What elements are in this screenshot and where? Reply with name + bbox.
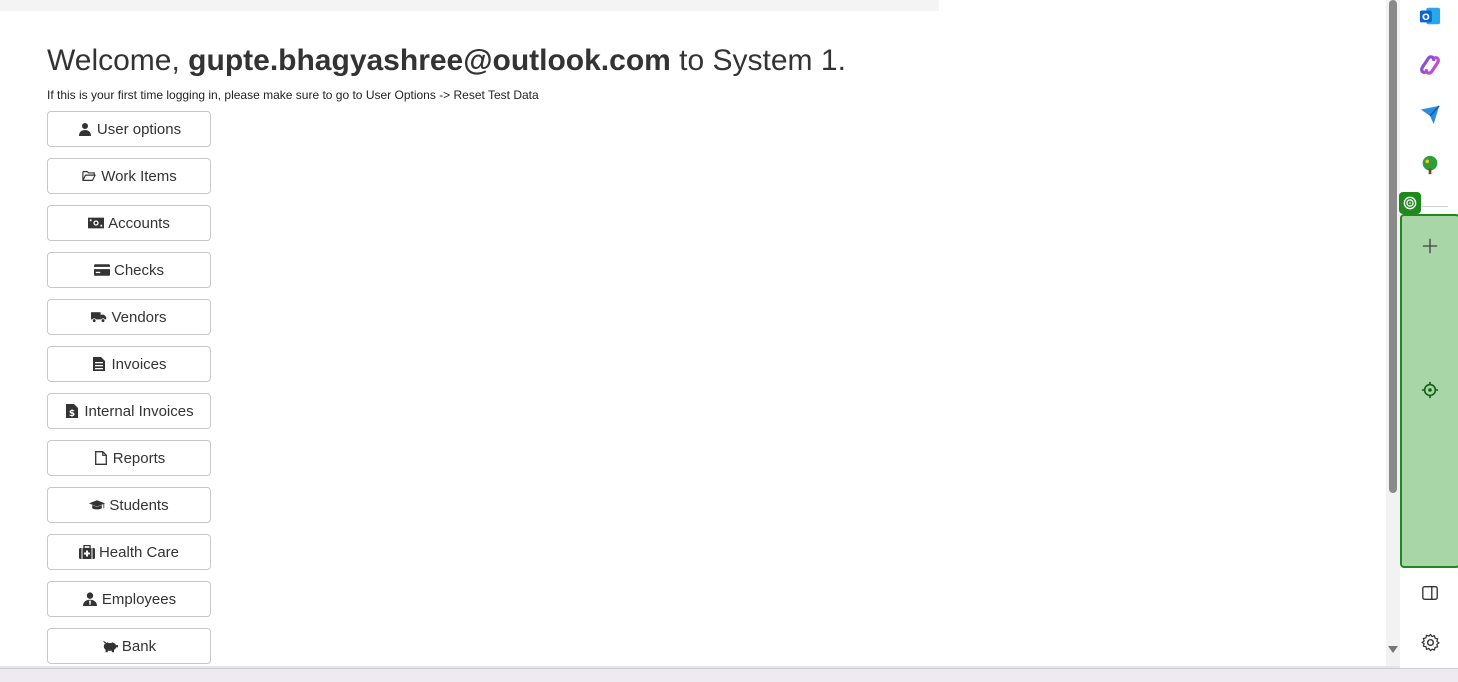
panel-toggle-icon[interactable]	[1418, 581, 1442, 605]
checks-button[interactable]: Checks	[47, 252, 211, 288]
scrollbar-thumb[interactable]	[1389, 0, 1397, 493]
employees-button[interactable]: Employees	[47, 581, 211, 617]
money-bill-icon	[88, 215, 105, 231]
reports-label: Reports	[112, 449, 166, 467]
taskbar	[0, 668, 1458, 682]
checks-label: Checks	[113, 261, 165, 279]
vendors-button[interactable]: Vendors	[47, 299, 211, 335]
svg-text:O: O	[1422, 12, 1430, 23]
plus-icon[interactable]	[1418, 234, 1442, 258]
internal-invoices-label: Internal Invoices	[84, 402, 194, 420]
user-icon	[77, 121, 93, 137]
user-email: gupte.bhagyashree@outlook.com	[188, 44, 671, 77]
user-options-button[interactable]: User options	[47, 111, 211, 147]
bank-button[interactable]: Bank	[47, 628, 211, 664]
file-invoice-icon	[91, 356, 107, 372]
sidebar-divider	[1422, 206, 1448, 207]
user-options-label: User options	[96, 120, 182, 138]
welcome-prefix: Welcome,	[47, 44, 180, 77]
user-tie-icon	[82, 591, 98, 607]
accounts-button[interactable]: Accounts	[47, 205, 211, 241]
target-icon[interactable]	[1399, 192, 1421, 214]
page-title: Welcome, gupte.bhagyashree@outlook.com t…	[47, 40, 846, 82]
students-label: Students	[109, 496, 169, 514]
accounts-label: Accounts	[108, 214, 170, 232]
copilot-icon[interactable]	[1418, 53, 1442, 77]
credit-card-icon	[93, 262, 110, 278]
outlook-icon[interactable]: O	[1418, 4, 1442, 28]
graduation-cap-icon	[89, 497, 106, 513]
work-items-label: Work Items	[101, 167, 177, 185]
work-items-button[interactable]: Work Items	[47, 158, 211, 194]
health-care-button[interactable]: Health Care	[47, 534, 211, 570]
welcome-section: Welcome, gupte.bhagyashree@outlook.com t…	[47, 40, 846, 103]
file-icon	[93, 450, 109, 466]
svg-text:$: $	[69, 409, 75, 418]
first-login-hint: If this is your first time logging in, p…	[47, 88, 539, 102]
tree-icon[interactable]	[1418, 153, 1442, 177]
welcome-suffix: to System 1.	[679, 44, 846, 77]
main-menu: User options Work Items Accounts Checks …	[47, 111, 211, 675]
health-care-label: Health Care	[98, 543, 180, 561]
reports-button[interactable]: Reports	[47, 440, 211, 476]
vendors-label: Vendors	[111, 308, 167, 326]
students-button[interactable]: Students	[47, 487, 211, 523]
medical-kit-icon	[78, 544, 95, 560]
folder-open-icon	[81, 168, 97, 184]
settings-icon[interactable]	[1418, 630, 1442, 654]
scroll-down-arrow-icon[interactable]	[1388, 646, 1398, 653]
top-bar	[0, 0, 939, 11]
invoices-label: Invoices	[111, 355, 167, 373]
piggy-bank-icon	[102, 638, 118, 654]
truck-icon	[91, 309, 107, 325]
locate-icon[interactable]	[1418, 378, 1442, 402]
invoices-button[interactable]: Invoices	[47, 346, 211, 382]
employees-label: Employees	[101, 590, 177, 608]
internal-invoices-button[interactable]: $ Internal Invoices	[47, 393, 211, 429]
bank-label: Bank	[121, 637, 157, 655]
file-invoice-dollar-icon: $	[64, 403, 80, 419]
send-icon[interactable]	[1418, 103, 1442, 127]
